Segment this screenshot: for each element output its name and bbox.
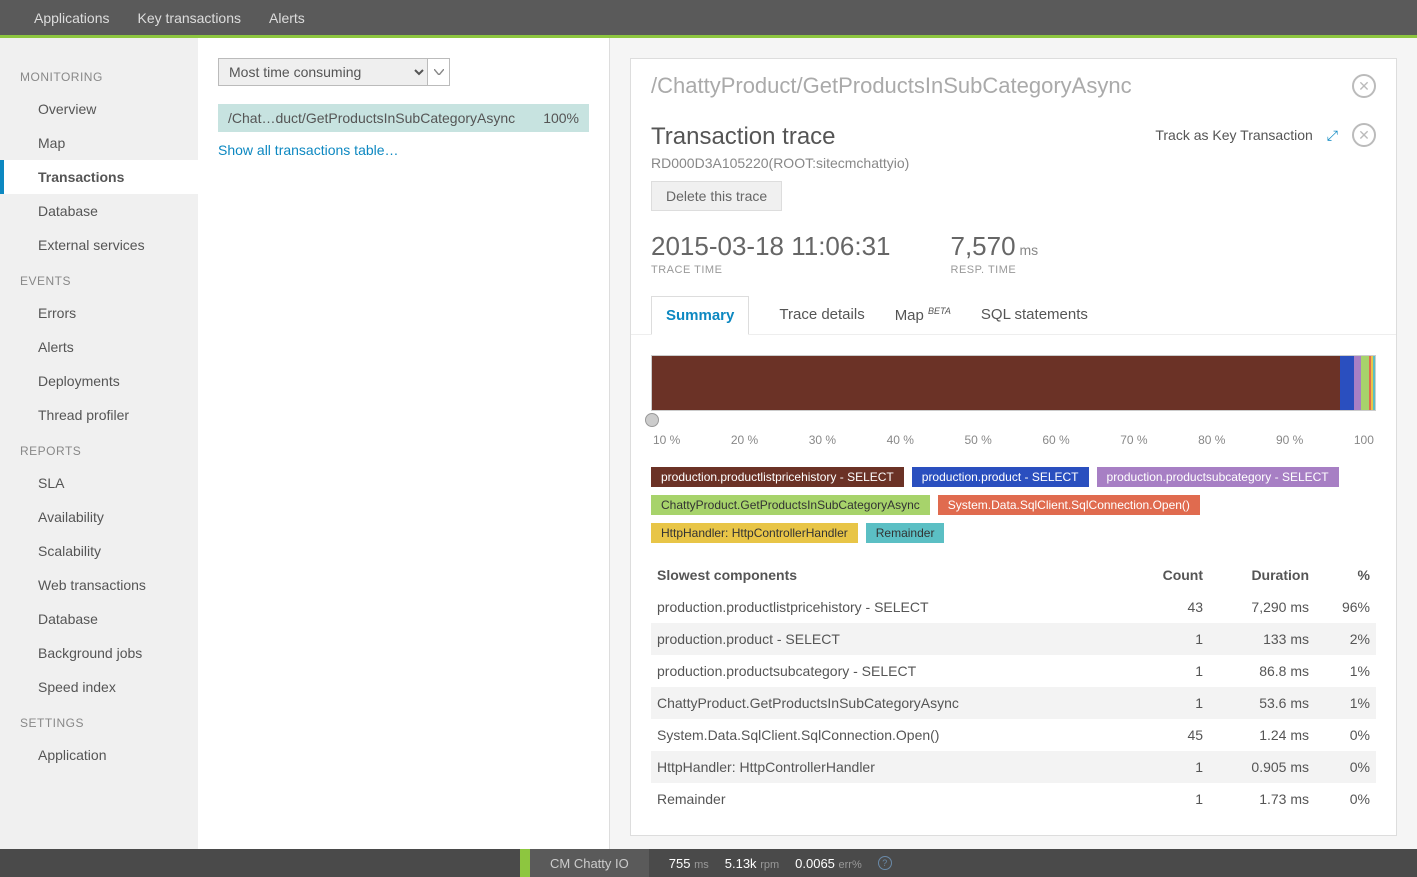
sidebar-item-errors[interactable]: Errors — [0, 296, 198, 330]
sidebar-item-speed-index[interactable]: Speed index — [0, 670, 198, 704]
col-count: Count — [1129, 559, 1209, 591]
axis-tick: 90 % — [1276, 433, 1303, 447]
sidebar-item-web-transactions[interactable]: Web transactions — [0, 568, 198, 602]
bar-segment — [1354, 356, 1361, 410]
sort-select[interactable]: Most time consuming — [218, 58, 428, 86]
sidebar-item-database[interactable]: Database — [0, 602, 198, 636]
sidebar-item-background-jobs[interactable]: Background jobs — [0, 636, 198, 670]
expand-icon[interactable]: ⤢ — [1327, 127, 1338, 144]
legend-item[interactable]: ChattyProduct.GetProductsInSubCategoryAs… — [651, 495, 930, 515]
col-name: Slowest components — [651, 559, 1129, 591]
legend-item[interactable]: production.productlistpricehistory - SEL… — [651, 467, 904, 487]
transaction-name: /Chat…duct/GetProductsInSubCategoryAsync — [228, 110, 515, 126]
table-row[interactable]: HttpHandler: HttpControllerHandler10.905… — [651, 751, 1376, 783]
chart-axis: 10 % 20 % 30 % 40 % 50 % 60 % 70 % 80 % 90 % 100 — [651, 433, 1376, 447]
table-row[interactable]: production.productsubcategory - SELECT18… — [651, 655, 1376, 687]
transaction-row[interactable]: /Chat…duct/GetProductsInSubCategoryAsync… — [218, 104, 589, 132]
track-key-transaction-link[interactable]: Track as Key Transaction — [1155, 127, 1312, 143]
panel-subtitle: RD000D3A105220(ROOT:sitecmchattyio) — [651, 155, 909, 171]
chevron-down-icon[interactable] — [428, 58, 450, 86]
resp-time-unit: ms — [1019, 242, 1038, 258]
sidebar-item-scalability[interactable]: Scalability — [0, 534, 198, 568]
table-row[interactable]: Remainder11.73 ms0% — [651, 783, 1376, 815]
tab-trace-details[interactable]: Trace details — [779, 296, 864, 334]
slowest-components-table: Slowest components Count Duration % prod… — [651, 559, 1376, 815]
sidebar-item-transactions[interactable]: Transactions — [0, 160, 198, 194]
axis-tick: 20 % — [731, 433, 758, 447]
tab-summary[interactable]: Summary — [651, 296, 749, 335]
axis-tick: 30 % — [809, 433, 836, 447]
table-row[interactable]: System.Data.SqlClient.SqlConnection.Open… — [651, 719, 1376, 751]
trace-stacked-bar — [651, 355, 1376, 411]
axis-tick: 50 % — [965, 433, 992, 447]
bar-segment — [1340, 356, 1354, 410]
nav-alerts[interactable]: Alerts — [255, 10, 319, 26]
sidebar-item-overview[interactable]: Overview — [0, 92, 198, 126]
sidebar-item-availability[interactable]: Availability — [0, 500, 198, 534]
top-nav: Applications Key transactions Alerts — [0, 0, 1417, 35]
col-duration: Duration — [1209, 559, 1315, 591]
sidebar-item-sla[interactable]: SLA — [0, 466, 198, 500]
tab-sql-statements[interactable]: SQL statements — [981, 296, 1088, 334]
sidebar-item-alerts[interactable]: Alerts — [0, 330, 198, 364]
panel-title: Transaction trace — [651, 123, 909, 151]
sidebar-item-application[interactable]: Application — [0, 738, 198, 772]
table-row[interactable]: production.product - SELECT1133 ms2% — [651, 623, 1376, 655]
axis-tick: 80 % — [1198, 433, 1225, 447]
sidebar-item-deployments[interactable]: Deployments — [0, 364, 198, 398]
bar-segment — [1361, 356, 1368, 410]
info-icon[interactable]: ? — [878, 856, 892, 870]
sidebar-item-external-services[interactable]: External services — [0, 228, 198, 262]
slider-handle-icon[interactable] — [645, 413, 659, 427]
axis-tick: 70 % — [1120, 433, 1147, 447]
col-pct: % — [1315, 559, 1376, 591]
resp-time-label: RESP. TIME — [951, 264, 1039, 276]
close-trace-icon[interactable]: ✕ — [1352, 123, 1376, 147]
section-title: REPORTS — [0, 432, 198, 466]
legend-item[interactable]: HttpHandler: HttpControllerHandler — [651, 523, 858, 543]
table-row[interactable]: production.productlistpricehistory - SEL… — [651, 591, 1376, 623]
section-title: MONITORING — [0, 58, 198, 92]
footer-bar: CM Chatty IO 755 ms 5.13k rpm 0.0065 err… — [0, 849, 1417, 877]
close-icon[interactable]: ✕ — [1352, 74, 1376, 98]
table-row[interactable]: ChattyProduct.GetProductsInSubCategoryAs… — [651, 687, 1376, 719]
legend-item[interactable]: production.productsubcategory - SELECT — [1097, 467, 1339, 487]
show-all-link[interactable]: Show all transactions table… — [218, 142, 589, 158]
breadcrumb: /ChattyProduct/GetProductsInSubCategoryA… — [651, 73, 1132, 99]
tab-map[interactable]: Map BETA — [895, 296, 951, 334]
section-title: EVENTS — [0, 262, 198, 296]
legend-item[interactable]: Remainder — [866, 523, 945, 543]
resp-time-value: 7,570 — [951, 231, 1016, 261]
detail-panel: /ChattyProduct/GetProductsInSubCategoryA… — [610, 38, 1417, 849]
legend-item[interactable]: production.product - SELECT — [912, 467, 1089, 487]
axis-tick: 60 % — [1042, 433, 1069, 447]
legend-item[interactable]: System.Data.SqlClient.SqlConnection.Open… — [938, 495, 1200, 515]
footer-app-name[interactable]: CM Chatty IO — [530, 849, 649, 877]
bar-segment — [1373, 356, 1375, 410]
transaction-pct: 100% — [543, 110, 579, 126]
nav-applications[interactable]: Applications — [20, 10, 124, 26]
sidebar-item-map[interactable]: Map — [0, 126, 198, 160]
trace-time-label: TRACE TIME — [651, 264, 891, 276]
sidebar: MONITORINGOverviewMapTransactionsDatabas… — [0, 38, 198, 849]
transactions-column: Most time consuming /Chat…duct/GetProduc… — [198, 38, 610, 849]
chart-legend: production.productlistpricehistory - SEL… — [631, 467, 1396, 559]
nav-key-transactions[interactable]: Key transactions — [124, 10, 256, 26]
trace-tabs: Summary Trace details Map BETA SQL state… — [631, 296, 1396, 335]
delete-trace-button[interactable]: Delete this trace — [651, 181, 782, 211]
sidebar-item-thread-profiler[interactable]: Thread profiler — [0, 398, 198, 432]
axis-tick: 40 % — [887, 433, 914, 447]
bar-segment — [652, 356, 1340, 410]
trace-time-value: 2015-03-18 11:06:31 — [651, 231, 891, 262]
axis-tick: 100 — [1354, 433, 1374, 447]
axis-tick: 10 % — [653, 433, 680, 447]
section-title: SETTINGS — [0, 704, 198, 738]
sidebar-item-database[interactable]: Database — [0, 194, 198, 228]
